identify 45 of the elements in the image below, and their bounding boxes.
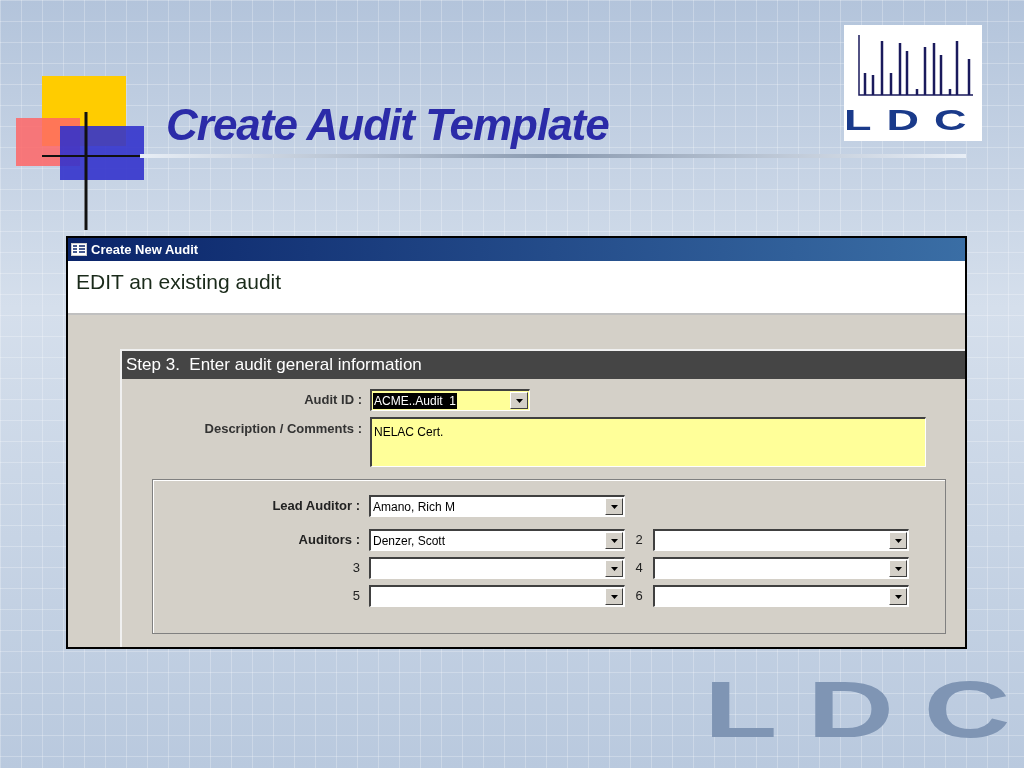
dropdown-arrow-button[interactable] bbox=[605, 588, 623, 605]
dropdown-field[interactable]: ACME..Audit 1 bbox=[370, 389, 530, 411]
field-label: Auditors : bbox=[297, 531, 361, 550]
field-label: Description / Comments : bbox=[203, 420, 363, 438]
dropdown-field[interactable]: Amano, Rich M bbox=[369, 495, 625, 517]
slot-number: 5 bbox=[351, 587, 361, 606]
dropdown-field[interactable] bbox=[369, 585, 625, 607]
caret-down-icon bbox=[610, 594, 618, 599]
slide-title: Create Audit Template bbox=[166, 99, 609, 151]
dropdown-field[interactable] bbox=[653, 585, 909, 607]
dropdown-arrow-button[interactable] bbox=[605, 560, 623, 577]
caret-down-icon bbox=[515, 398, 523, 403]
dropdown-arrow-button[interactable] bbox=[605, 532, 623, 549]
caret-down-icon bbox=[894, 594, 902, 599]
header-text: EDIT an existing audit bbox=[76, 270, 282, 293]
field-value: NELAC Cert. bbox=[374, 425, 444, 439]
description-field[interactable]: NELAC Cert. bbox=[370, 417, 926, 467]
dropdown-field[interactable] bbox=[653, 557, 909, 579]
form-icon bbox=[71, 243, 87, 256]
caret-down-icon bbox=[894, 566, 902, 571]
field-value: ACME..Audit 1 bbox=[373, 392, 458, 409]
slot-number: 3 bbox=[351, 559, 361, 578]
window-title: Create New Audit bbox=[91, 240, 199, 259]
caret-down-icon bbox=[894, 538, 902, 543]
field-label: Audit ID : bbox=[303, 391, 363, 410]
slot-number: 2 bbox=[634, 531, 644, 550]
dropdown-arrow-button[interactable] bbox=[889, 588, 907, 605]
dropdown-arrow-button[interactable] bbox=[605, 498, 623, 515]
step-heading: Step 3. Enter audit general information bbox=[126, 354, 422, 377]
caret-down-icon bbox=[610, 504, 618, 509]
dropdown-field[interactable] bbox=[653, 529, 909, 551]
dropdown-field[interactable] bbox=[369, 557, 625, 579]
slot-number: 4 bbox=[634, 559, 644, 578]
caret-down-icon bbox=[610, 538, 618, 543]
logo-text: LDC bbox=[844, 105, 982, 135]
background-logo-mark: LDC bbox=[703, 664, 1024, 756]
field-label: Lead Auditor : bbox=[271, 497, 361, 516]
field-value: Amano, Rich M bbox=[372, 498, 457, 515]
dropdown-arrow-button[interactable] bbox=[889, 560, 907, 577]
dropdown-arrow-button[interactable] bbox=[889, 532, 907, 549]
field-value: Denzer, Scott bbox=[372, 532, 447, 549]
slot-number: 6 bbox=[634, 587, 644, 606]
caret-down-icon bbox=[610, 566, 618, 571]
dropdown-arrow-button[interactable] bbox=[510, 392, 528, 409]
dropdown-field[interactable]: Denzer, Scott bbox=[369, 529, 625, 551]
